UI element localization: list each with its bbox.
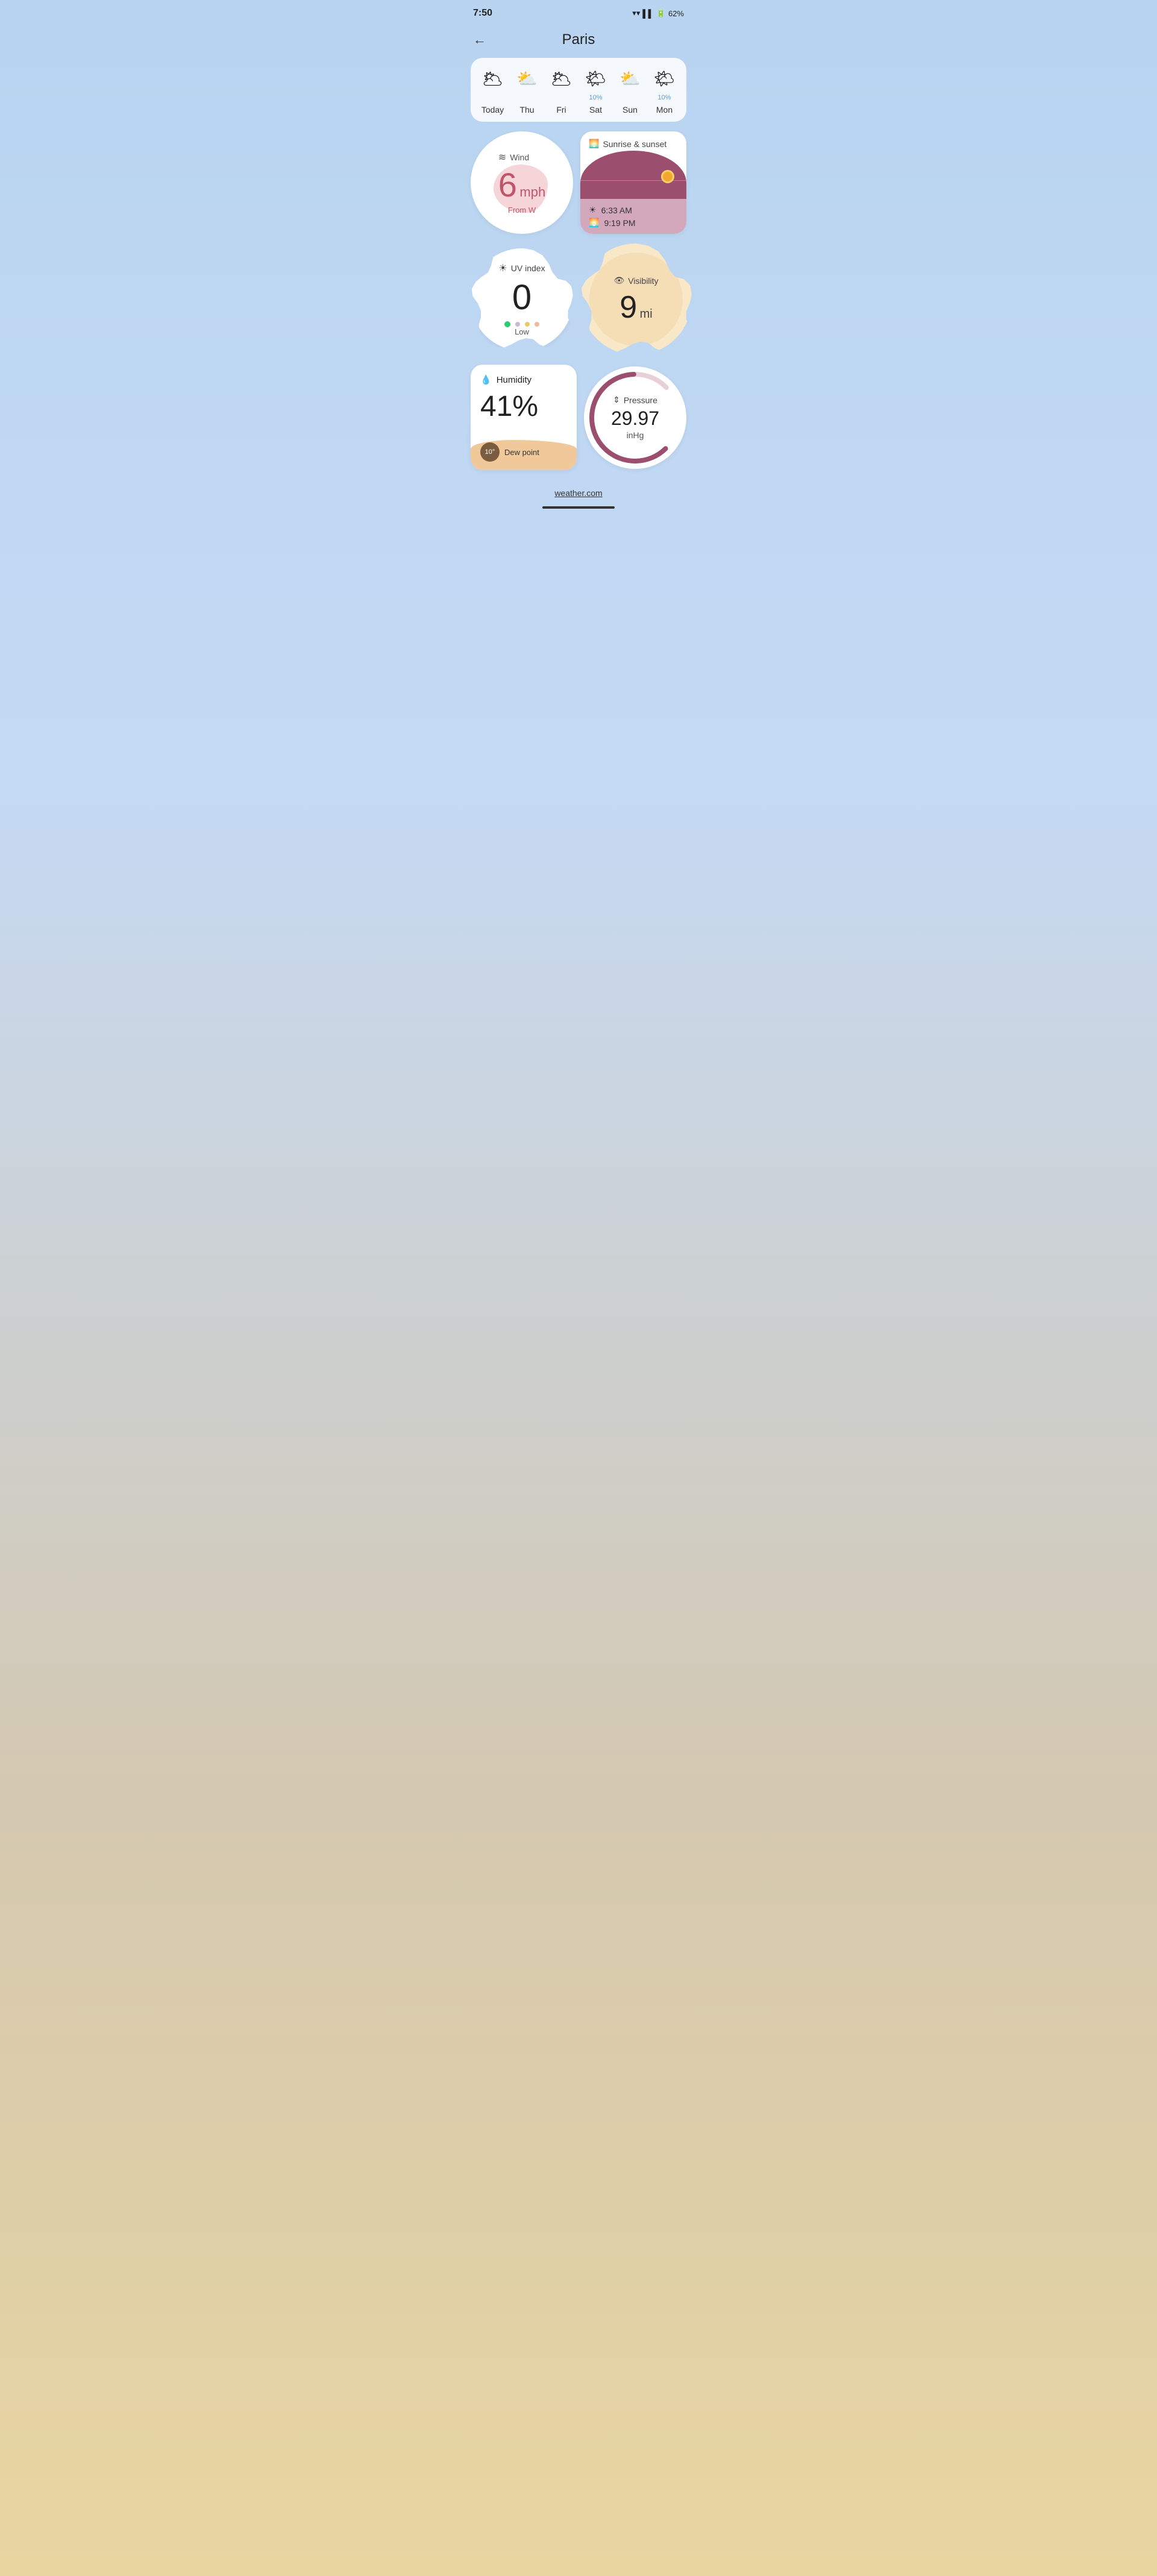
sunset-time: 9:19 PM — [604, 218, 635, 228]
back-button[interactable]: ← — [473, 32, 486, 48]
sunrise-info: ☀ 6:33 AM 🌅 9:19 PM — [580, 199, 686, 234]
weather-link[interactable]: weather.com — [554, 488, 602, 498]
forecast-label-thu: Thu — [519, 105, 534, 115]
wind-sunrise-row: ≋ Wind 6 mph From W 🌅 Sunrise & sunset ☀… — [471, 131, 686, 234]
wind-icon: ≋ — [498, 151, 506, 163]
pressure-widget: ⇕ Pressure 29.97 inHg — [584, 366, 686, 469]
dew-point-label: Dew point — [504, 448, 539, 457]
visibility-value: 9 — [619, 290, 637, 325]
uv-sun-icon: ☀ — [498, 262, 507, 274]
visibility-label: 👁 Visibility — [613, 275, 658, 286]
dew-point: 10° Dew point — [480, 442, 539, 462]
forecast-precip-mon: 10% — [657, 94, 671, 102]
dew-point-badge: 10° — [480, 442, 500, 462]
forecast-label-fri: Fri — [556, 105, 566, 115]
forecast-precip-sat: 10% — [589, 94, 602, 102]
humidity-drop-icon: 💧 — [480, 374, 492, 385]
uv-dot-yellow — [525, 322, 530, 327]
sunrise-icon: 🌅 — [589, 139, 599, 149]
forecast-icon-sun: ⛅ — [617, 65, 644, 92]
pressure-content: ⇕ Pressure 29.97 inHg — [611, 395, 659, 440]
sunrise-label: Sunrise & sunset — [603, 139, 666, 149]
sunset-time-row: 🌅 9:19 PM — [589, 218, 678, 228]
wind-direction: From W — [498, 206, 545, 215]
visibility-inner: 👁 Visibility 9 mi — [589, 253, 683, 346]
forecast-day-fri[interactable]: 🌥 Fri — [546, 65, 577, 115]
forecast-day-sun[interactable]: ⛅ Sun — [615, 65, 646, 115]
sun-rise-icon: ☀ — [589, 205, 597, 215]
visibility-eye-icon: 👁 — [613, 275, 624, 286]
uv-scallop: ☀ UV index 0 Low — [471, 248, 573, 351]
wind-widget: ≋ Wind 6 mph From W — [471, 131, 573, 234]
home-indicator — [542, 506, 615, 509]
uv-dot-green — [504, 321, 510, 327]
uv-dots — [504, 321, 539, 327]
wind-content: ≋ Wind 6 mph From W — [498, 151, 545, 215]
sun-set-icon: 🌅 — [589, 218, 599, 228]
forecast-day-thu[interactable]: ⛅ Thu — [512, 65, 543, 115]
forecast-day-mon[interactable]: 🌤 10% Mon — [649, 65, 680, 115]
wifi-icon: ▾▾ — [632, 8, 640, 18]
humidity-label: 💧 Humidity — [480, 374, 567, 385]
battery-icon: 🔋 — [656, 8, 666, 18]
pressure-unit: inHg — [611, 430, 659, 440]
forecast-icon-sat: 🌤 — [583, 65, 609, 92]
uv-dot-peach — [535, 322, 539, 327]
pressure-icon: ⇕ — [613, 395, 620, 405]
wind-label: ≋ Wind — [498, 151, 545, 163]
sunrise-widget: 🌅 Sunrise & sunset ☀ 6:33 AM 🌅 9:19 PM — [580, 131, 686, 234]
forecast-icon-fri: 🌥 — [548, 65, 575, 92]
wind-speed-display: 6 mph — [498, 168, 545, 202]
forecast-label-mon: Mon — [656, 105, 673, 115]
wind-speed-value: 6 — [498, 166, 517, 204]
forecast-label-sun: Sun — [622, 105, 638, 115]
status-time: 7:50 — [473, 8, 492, 19]
city-title: Paris — [562, 31, 595, 48]
signal-icon: ▌▌ — [642, 9, 653, 18]
forecast-card: 🌥 Today ⛅ Thu 🌥 Fri 🌤 10% Sat ⛅ Sun 🌤 10… — [471, 58, 686, 122]
pressure-circle: ⇕ Pressure 29.97 inHg — [584, 366, 686, 469]
footer: weather.com — [461, 482, 696, 521]
forecast-icon-thu: ⛅ — [514, 65, 541, 92]
forecast-icon-today: 🌥 — [480, 65, 506, 92]
header: ← Paris — [461, 27, 696, 58]
uv-value: 0 — [512, 280, 531, 315]
status-icons: ▾▾ ▌▌ 🔋 62% — [632, 8, 684, 18]
visibility-outer-ring: 👁 Visibility 9 mi — [580, 243, 692, 355]
sunrise-time: 6:33 AM — [601, 206, 632, 215]
visibility-value-display: 9 mi — [619, 292, 652, 323]
humidity-value: 41% — [480, 392, 567, 421]
humidity-pressure-row: 💧 Humidity 41% 10° Dew point ⇕ Pressure — [471, 365, 686, 470]
visibility-widget: 👁 Visibility 9 mi — [580, 243, 692, 355]
battery-percent: 62% — [668, 9, 684, 18]
uv-label: ☀ UV index — [498, 262, 545, 274]
forecast-label-sat: Sat — [589, 105, 602, 115]
uv-dot-lavender — [515, 322, 520, 327]
sun-position-dot — [661, 170, 674, 183]
uv-visibility-row: ☀ UV index 0 Low 👁 Visibility 9 — [471, 243, 686, 355]
forecast-day-sat[interactable]: 🌤 10% Sat — [580, 65, 612, 115]
forecast-icon-mon: 🌤 — [651, 65, 678, 92]
sunrise-arc — [580, 154, 686, 199]
status-bar: 7:50 ▾▾ ▌▌ 🔋 62% — [461, 0, 696, 27]
humidity-widget: 💧 Humidity 41% 10° Dew point — [471, 365, 577, 470]
uv-widget: ☀ UV index 0 Low — [471, 248, 573, 351]
visibility-unit: mi — [640, 307, 653, 321]
pressure-value: 29.97 — [611, 409, 659, 428]
uv-sublabel: Low — [515, 327, 529, 336]
wind-speed-unit: mph — [519, 184, 545, 199]
pressure-label: ⇕ Pressure — [611, 395, 659, 405]
sunrise-time-row: ☀ 6:33 AM — [589, 205, 678, 215]
forecast-day-today[interactable]: 🌥 Today — [477, 65, 509, 115]
forecast-label-today: Today — [481, 105, 504, 115]
